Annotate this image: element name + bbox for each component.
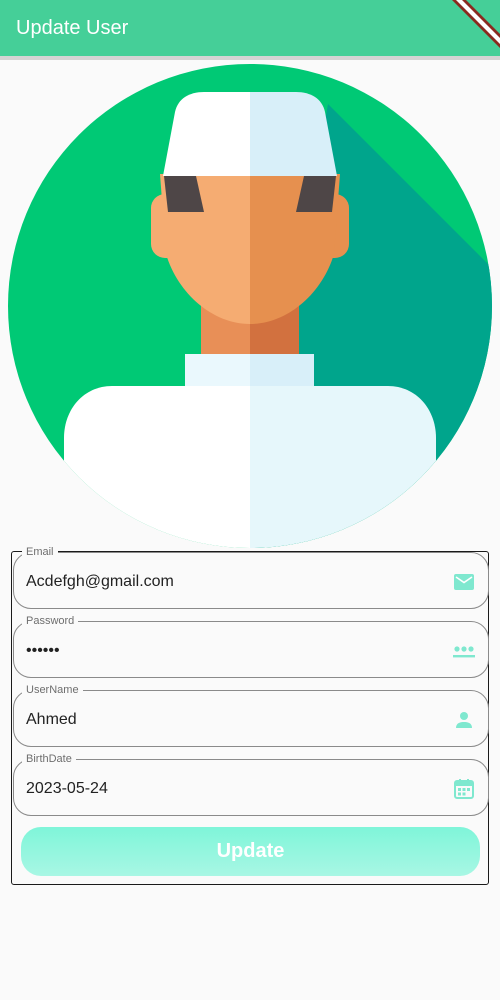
password-field[interactable]: Password •••••• — [13, 614, 489, 678]
username-label: UserName — [22, 683, 83, 697]
email-value[interactable]: Acdefgh@gmail.com — [26, 572, 174, 592]
birthdate-label: BirthDate — [22, 752, 76, 766]
username-value[interactable]: Ahmed — [26, 710, 77, 730]
email-label: Email — [22, 545, 58, 559]
debug-banner — [444, 0, 500, 56]
avatar — [8, 64, 492, 548]
username-field[interactable]: UserName Ahmed — [13, 683, 489, 747]
birthdate-field[interactable]: BirthDate 2023-05-24 — [13, 752, 489, 816]
app-bar-shadow — [0, 56, 500, 60]
email-field[interactable]: Email Acdefgh@gmail.com — [13, 545, 489, 609]
birthdate-value[interactable]: 2023-05-24 — [26, 779, 108, 799]
password-value[interactable]: •••••• — [26, 641, 60, 661]
password-label: Password — [22, 614, 79, 628]
email-icon — [452, 570, 476, 594]
person-icon — [452, 708, 476, 732]
update-button[interactable]: Update — [21, 827, 480, 876]
update-user-form: Email Acdefgh@gmail.com Password •••••• … — [11, 545, 489, 885]
app-bar: Update User — [0, 0, 500, 56]
page-title: Update User — [16, 17, 129, 39]
calendar-icon — [452, 777, 476, 801]
password-icon — [452, 639, 476, 663]
